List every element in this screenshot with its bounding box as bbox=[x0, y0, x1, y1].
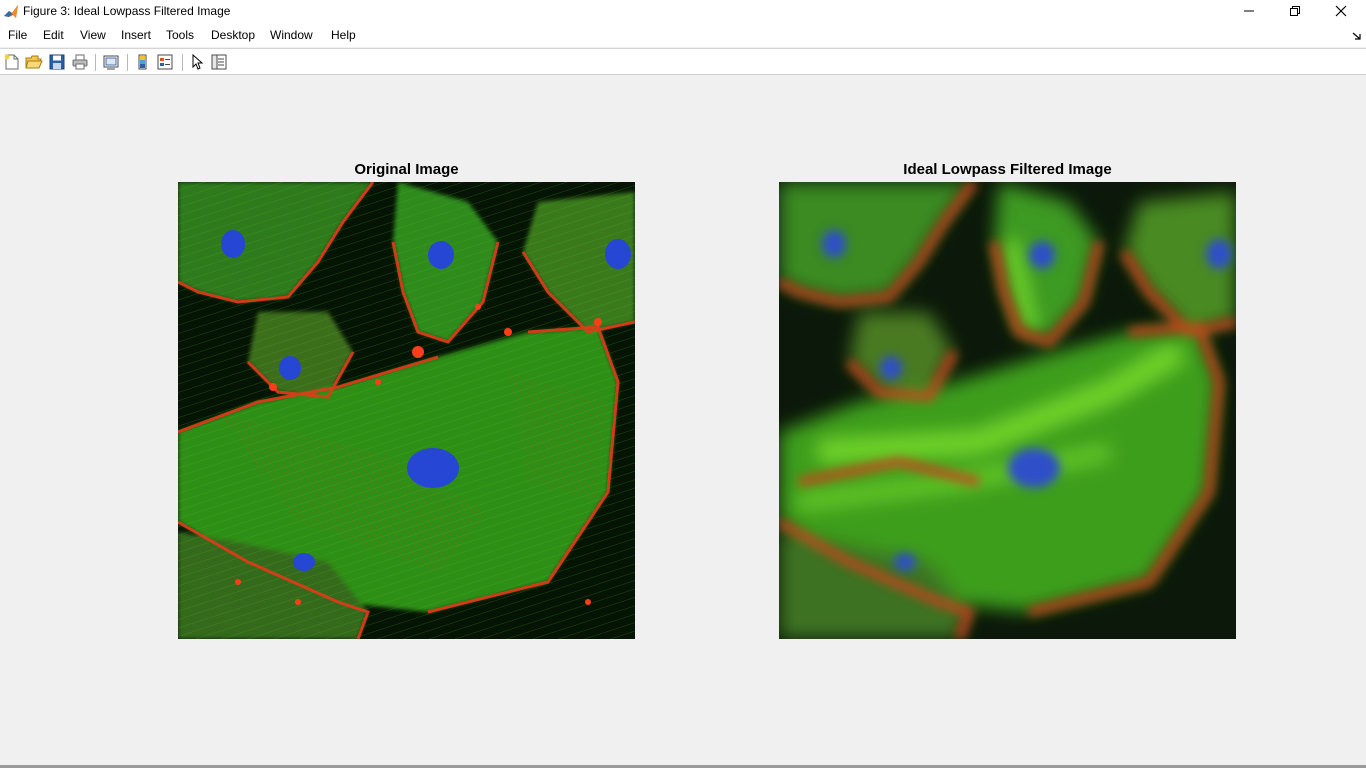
menu-desktop[interactable]: Desktop bbox=[211, 28, 255, 42]
toolbar-separator bbox=[127, 54, 128, 71]
property-inspector-icon[interactable] bbox=[210, 53, 228, 71]
axes-title-original: Original Image bbox=[354, 161, 459, 178]
minimize-button[interactable] bbox=[1226, 0, 1272, 22]
menu-help[interactable]: Help bbox=[331, 28, 356, 42]
insert-legend-icon[interactable] bbox=[156, 53, 174, 71]
minimize-icon bbox=[1244, 10, 1254, 12]
original-image bbox=[178, 182, 635, 639]
close-button[interactable] bbox=[1318, 0, 1364, 22]
menu-bar: File Edit View Insert Tools Desktop Wind… bbox=[0, 24, 1366, 47]
dock-arrow-icon[interactable] bbox=[1352, 32, 1362, 40]
menu-file[interactable]: File bbox=[8, 28, 27, 42]
menu-view[interactable]: View bbox=[80, 28, 106, 42]
save-icon[interactable] bbox=[48, 53, 66, 71]
insert-colorbar-icon[interactable] bbox=[134, 53, 152, 71]
menu-edit[interactable]: Edit bbox=[43, 28, 64, 42]
edit-plot-icon[interactable] bbox=[188, 53, 206, 71]
menu-tools[interactable]: Tools bbox=[166, 28, 194, 42]
menu-insert[interactable]: Insert bbox=[121, 28, 151, 42]
window-title: Figure 3: Ideal Lowpass Filtered Image bbox=[23, 4, 231, 18]
axes-title-filtered: Ideal Lowpass Filtered Image bbox=[903, 161, 1112, 178]
menu-window[interactable]: Window bbox=[270, 28, 313, 42]
close-icon bbox=[1335, 5, 1347, 17]
print-icon[interactable] bbox=[71, 53, 89, 71]
link-plot-icon[interactable] bbox=[102, 53, 120, 71]
open-file-icon[interactable] bbox=[25, 53, 43, 71]
new-figure-icon[interactable] bbox=[3, 53, 21, 71]
filtered-image bbox=[779, 182, 1236, 639]
figure-toolbar bbox=[0, 48, 1366, 75]
toolbar-separator bbox=[182, 54, 183, 71]
figure-canvas[interactable]: Original Image Ideal Lowpass Filtered Im… bbox=[0, 76, 1366, 765]
restore-icon bbox=[1290, 6, 1300, 16]
toolbar-separator bbox=[95, 54, 96, 71]
restore-button[interactable] bbox=[1272, 0, 1318, 22]
title-bar: Figure 3: Ideal Lowpass Filtered Image bbox=[0, 0, 1366, 24]
matlab-icon bbox=[3, 4, 19, 20]
